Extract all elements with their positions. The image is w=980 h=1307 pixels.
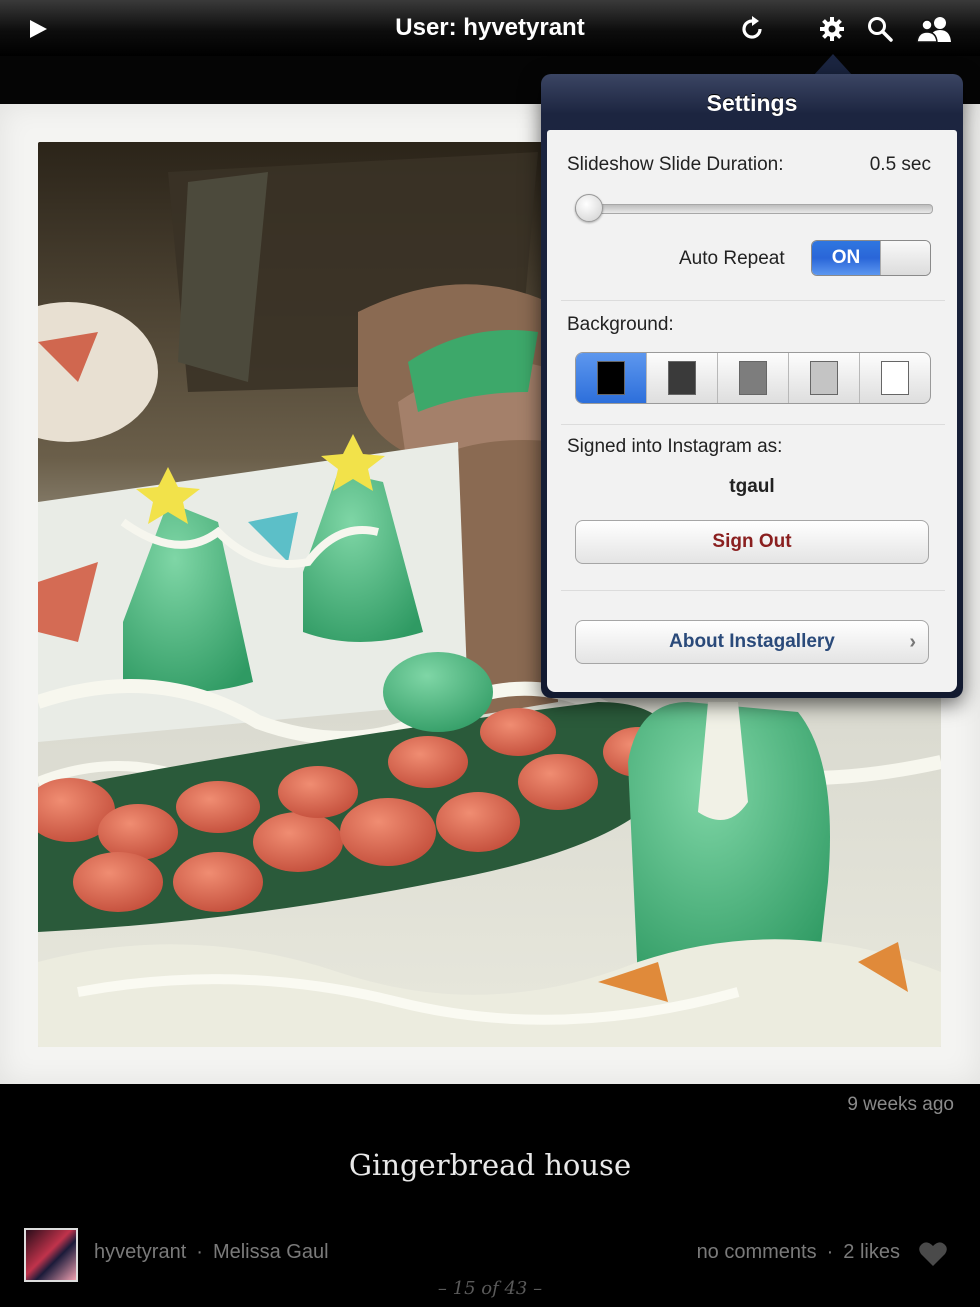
username-link[interactable]: hyvetyrant	[94, 1241, 186, 1263]
chevron-right-icon: ›	[909, 631, 916, 653]
toggle-thumb	[880, 241, 930, 275]
auto-repeat-label: Auto Repeat	[679, 248, 785, 269]
settings-panel: Slideshow Slide Duration: 0.5 sec Auto R…	[547, 130, 957, 692]
background-color-picker[interactable]	[575, 352, 931, 404]
auto-repeat-toggle[interactable]: ON	[811, 240, 931, 276]
photo-caption: Gingerbread house	[348, 1148, 632, 1182]
refresh-icon[interactable]	[732, 10, 772, 48]
heart-icon[interactable]	[918, 1240, 948, 1273]
photo-owner: hyvetyrant · Melissa Gaul	[94, 1241, 329, 1264]
background-swatch[interactable]	[576, 353, 647, 403]
swatch-color	[739, 361, 767, 395]
user-fullname[interactable]: Melissa Gaul	[213, 1241, 329, 1263]
photo-info-bar: 9 weeks ago Gingerbread house hyvetyrant…	[0, 1084, 980, 1307]
swatch-color	[881, 361, 909, 395]
background-swatch[interactable]	[789, 353, 860, 403]
separator-dot: ·	[826, 1241, 834, 1263]
popover-arrow	[813, 54, 853, 76]
search-icon[interactable]	[860, 10, 900, 48]
divider	[561, 424, 945, 425]
swatch-color	[668, 361, 696, 395]
toggle-on-label: ON	[812, 241, 880, 275]
slider-thumb[interactable]	[575, 194, 603, 222]
swatch-color	[597, 361, 625, 395]
background-swatch[interactable]	[718, 353, 789, 403]
slide-duration-slider[interactable]	[575, 204, 933, 214]
likes-count[interactable]: 2 likes	[843, 1241, 900, 1263]
photo-timestamp: 9 weeks ago	[847, 1094, 954, 1115]
slide-duration-value: 0.5 sec	[869, 154, 931, 175]
slide-duration-label: Slideshow Slide Duration:	[567, 154, 784, 175]
comments-link[interactable]: no comments	[697, 1241, 817, 1263]
page-indicator: – 15 of 43 –	[437, 1278, 543, 1299]
top-navigation-bar: User: hyvetyrant	[0, 0, 980, 57]
background-swatch[interactable]	[860, 353, 930, 403]
user-avatar[interactable]	[24, 1228, 78, 1282]
about-label: About Instagallery	[669, 631, 835, 652]
about-instagallery-button[interactable]: About Instagallery ›	[575, 620, 929, 664]
background-swatch[interactable]	[647, 353, 718, 403]
settings-popover: Settings Slideshow Slide Duration: 0.5 s…	[541, 74, 963, 698]
divider	[561, 590, 945, 591]
signed-in-label: Signed into Instagram as:	[567, 436, 783, 457]
background-label: Background:	[567, 314, 674, 335]
gear-icon[interactable]	[812, 10, 852, 48]
settings-title: Settings	[706, 90, 798, 116]
signed-in-username: tgaul	[729, 476, 775, 497]
divider	[561, 300, 945, 301]
separator-dot: ·	[196, 1241, 203, 1263]
users-icon[interactable]	[914, 10, 954, 48]
swatch-color	[810, 361, 838, 395]
photo-stats: no comments · 2 likes	[697, 1241, 900, 1264]
sign-out-button[interactable]: Sign Out	[575, 520, 929, 564]
